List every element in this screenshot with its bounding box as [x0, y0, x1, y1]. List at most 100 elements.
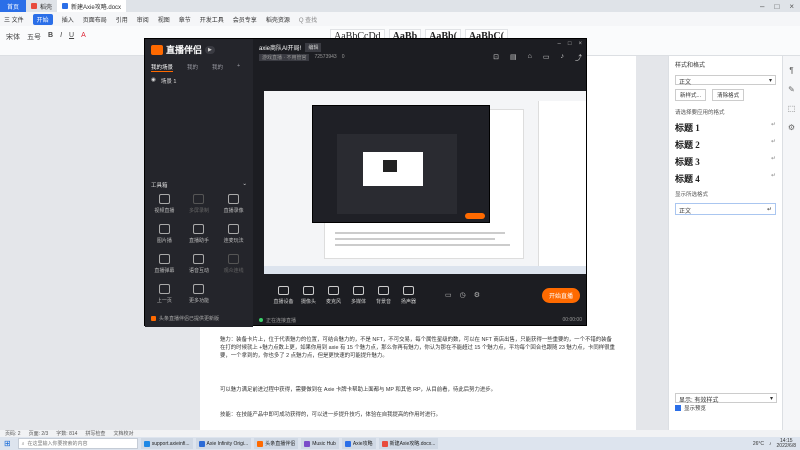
daoke-icon — [31, 3, 37, 9]
screen-icon[interactable]: ▭ — [543, 53, 550, 63]
show-format-toggle[interactable]: 显示所选格式 — [669, 187, 782, 201]
edit-title-button[interactable]: 编辑 — [305, 43, 322, 52]
tab-third[interactable]: 我的 — [212, 63, 223, 72]
menu-search[interactable]: Q 查找 — [299, 15, 317, 24]
tool-multi-screen[interactable]: 多屏录制 — [182, 194, 217, 214]
underline-button[interactable]: U — [69, 32, 74, 42]
live-preview[interactable] — [264, 91, 586, 274]
taskbar-app[interactable]: 头条直播伴侣 — [254, 438, 299, 449]
share-icon[interactable]: ⤴ — [575, 53, 582, 63]
maximize-icon[interactable]: □ — [568, 41, 572, 47]
tab-daoke[interactable]: 稻壳 — [26, 0, 57, 12]
settings-icon[interactable]: ⚙ — [783, 123, 800, 132]
tool-recording[interactable]: 直播录像 — [216, 194, 251, 214]
style-panel-icon[interactable]: ¶ — [783, 66, 800, 75]
camera-button[interactable]: 摄像头 — [296, 285, 321, 305]
menu-daoke-resources[interactable]: 稻壳资源 — [266, 15, 290, 24]
maximize-icon[interactable]: □ — [774, 2, 779, 11]
bar-label: 扬声器 — [400, 298, 416, 305]
bgm-button[interactable]: 背景音 — [371, 285, 396, 305]
play-badge[interactable]: ▶ — [205, 45, 215, 54]
tool-link-mic[interactable]: 连麦玩法 — [216, 224, 251, 244]
weather-text[interactable]: 26°C — [753, 441, 764, 447]
style-heading-4[interactable]: 标题 4 ↵ — [669, 170, 782, 187]
show-preview-checkbox[interactable]: 显示预览 — [675, 404, 706, 412]
style-heading-3[interactable]: 标题 3 ↵ — [669, 153, 782, 170]
new-style-button[interactable]: 新样式... — [675, 89, 707, 101]
speaker-button[interactable]: 扬声器 — [396, 285, 421, 305]
status-word-count[interactable]: 字数: 814 — [56, 430, 77, 437]
clear-format-button[interactable]: 清除格式 — [712, 89, 745, 101]
add-icon[interactable]: + — [237, 63, 240, 72]
windows-start-icon[interactable]: ⊞ — [4, 439, 11, 448]
update-notice[interactable]: 头条直播伴侣已提供更新版 — [151, 315, 219, 322]
tool-video-live[interactable]: 视频直播 — [147, 194, 182, 214]
pen-icon[interactable]: ✎ — [783, 85, 800, 94]
doc-paragraph[interactable]: 魅力：装备卡片上，位于代表魅力的位置，可结合魅力的，不是 NFT，不可交易，每个… — [220, 336, 616, 360]
device-button[interactable]: 直播设备 — [271, 285, 296, 305]
taskbar-app[interactable]: Axie攻略 — [341, 438, 376, 449]
font-family-select[interactable]: 宋体 — [6, 32, 20, 42]
taskbar-search-input[interactable]: ⌕ 在这里输入你要搜索的内容 — [17, 438, 138, 449]
gift-icon[interactable]: ⌂ — [528, 53, 532, 63]
tab-home[interactable]: 首页 — [0, 0, 26, 12]
bold-button[interactable]: B — [48, 32, 53, 42]
tool-prev-page[interactable]: 上一页 — [147, 284, 182, 304]
style-heading-2[interactable]: 标题 2 ↵ — [669, 136, 782, 153]
menu-member[interactable]: 会员专享 — [233, 15, 257, 24]
menu-dev-tools[interactable]: 开发工具 — [200, 15, 224, 24]
font-size-select[interactable]: 五号 — [27, 32, 41, 42]
taskbar-app[interactable]: 新建Axie攻略.docx... — [378, 438, 439, 449]
collapse-icon[interactable]: ⌄ — [242, 181, 247, 189]
menu-chapter[interactable]: 章节 — [179, 15, 191, 24]
tab-second[interactable]: 我的 — [187, 63, 198, 72]
media-button[interactable]: 多媒体 — [346, 285, 371, 305]
style-list-subtitle: 请选择要应用的格式 — [675, 110, 725, 116]
clock[interactable]: 14:15 2022/6/8 — [777, 438, 796, 449]
style-heading-1[interactable]: 标题 1 ↵ — [669, 119, 782, 136]
taskbar-app[interactable]: Axie Infinity Origi... — [195, 438, 252, 449]
menu-start[interactable]: 开始 — [32, 13, 53, 25]
menu-view[interactable]: 视图 — [158, 15, 170, 24]
status-spellcheck[interactable]: 拼写检查 — [85, 430, 105, 437]
tool-audience[interactable]: 观众连线 — [216, 254, 251, 274]
minimize-icon[interactable]: – — [558, 41, 561, 47]
menu-insert[interactable]: 插入 — [62, 15, 74, 24]
tool-assistant[interactable]: 直播助手 — [182, 224, 217, 244]
tab-document[interactable]: 新建Axie攻略.docx — [57, 0, 127, 12]
menu-reference[interactable]: 引用 — [116, 15, 128, 24]
taskbar-app[interactable]: support.axieinfi... — [140, 438, 193, 449]
menu-layout[interactable]: 页面布局 — [83, 15, 107, 24]
bell-icon[interactable]: ♪ — [561, 53, 565, 63]
menu-file[interactable]: 三 文件 — [4, 15, 24, 24]
minimize-icon[interactable]: – — [760, 2, 764, 11]
select-icon[interactable]: ⬚ — [783, 104, 800, 113]
selected-style-box[interactable]: 正文 ↵ — [675, 203, 776, 215]
close-icon[interactable]: × — [578, 41, 582, 47]
current-style-select[interactable]: 正文 ▾ — [675, 75, 776, 86]
microphone-button[interactable]: 麦克风 — [321, 285, 346, 305]
tab-my-scene[interactable]: 我的场景 — [151, 63, 174, 72]
taskbar-app[interactable]: Music Hub — [301, 438, 339, 449]
start-live-button[interactable]: 开始直播 — [541, 288, 580, 303]
tool-voice[interactable]: 语音互动 — [182, 254, 217, 274]
timer-icon[interactable]: ◷ — [460, 291, 466, 299]
menu-review[interactable]: 审阅 — [137, 15, 149, 24]
font-color-button[interactable]: A — [81, 32, 86, 42]
tool-danmaku[interactable]: 直播弹幕 — [147, 254, 182, 274]
video-icon[interactable]: ▭ — [445, 291, 452, 299]
volume-icon[interactable]: ♪ — [769, 441, 772, 447]
close-icon[interactable]: × — [789, 2, 794, 11]
italic-button[interactable]: I — [60, 32, 62, 42]
tool-more[interactable]: 更多功能 — [182, 284, 217, 304]
chart-icon[interactable]: ▤ — [510, 53, 517, 63]
gear-icon[interactable]: ⚙ — [474, 291, 480, 299]
record-icon[interactable]: ⊡ — [493, 53, 499, 63]
show-mode-select[interactable]: 显示: 有效样式 ▾ — [675, 393, 777, 404]
live-category-tag[interactable]: 游戏直播 · 不用管官 — [259, 54, 310, 61]
doc-paragraph[interactable]: 可以魅力满足前进过程中获得，需要做到在 Axie 卡牌卡帮助上面都与 MP 和其… — [220, 386, 616, 394]
tool-image[interactable]: 图片播 — [147, 224, 182, 244]
status-proofread[interactable]: 文档校对 — [113, 430, 133, 437]
scene-item[interactable]: ◉ 场景 1 — [151, 77, 176, 85]
doc-paragraph[interactable]: 技能：在技能产品中即可成功获得的，可以进一步提升技巧，体验在自我提高的作用时进行… — [220, 411, 616, 419]
